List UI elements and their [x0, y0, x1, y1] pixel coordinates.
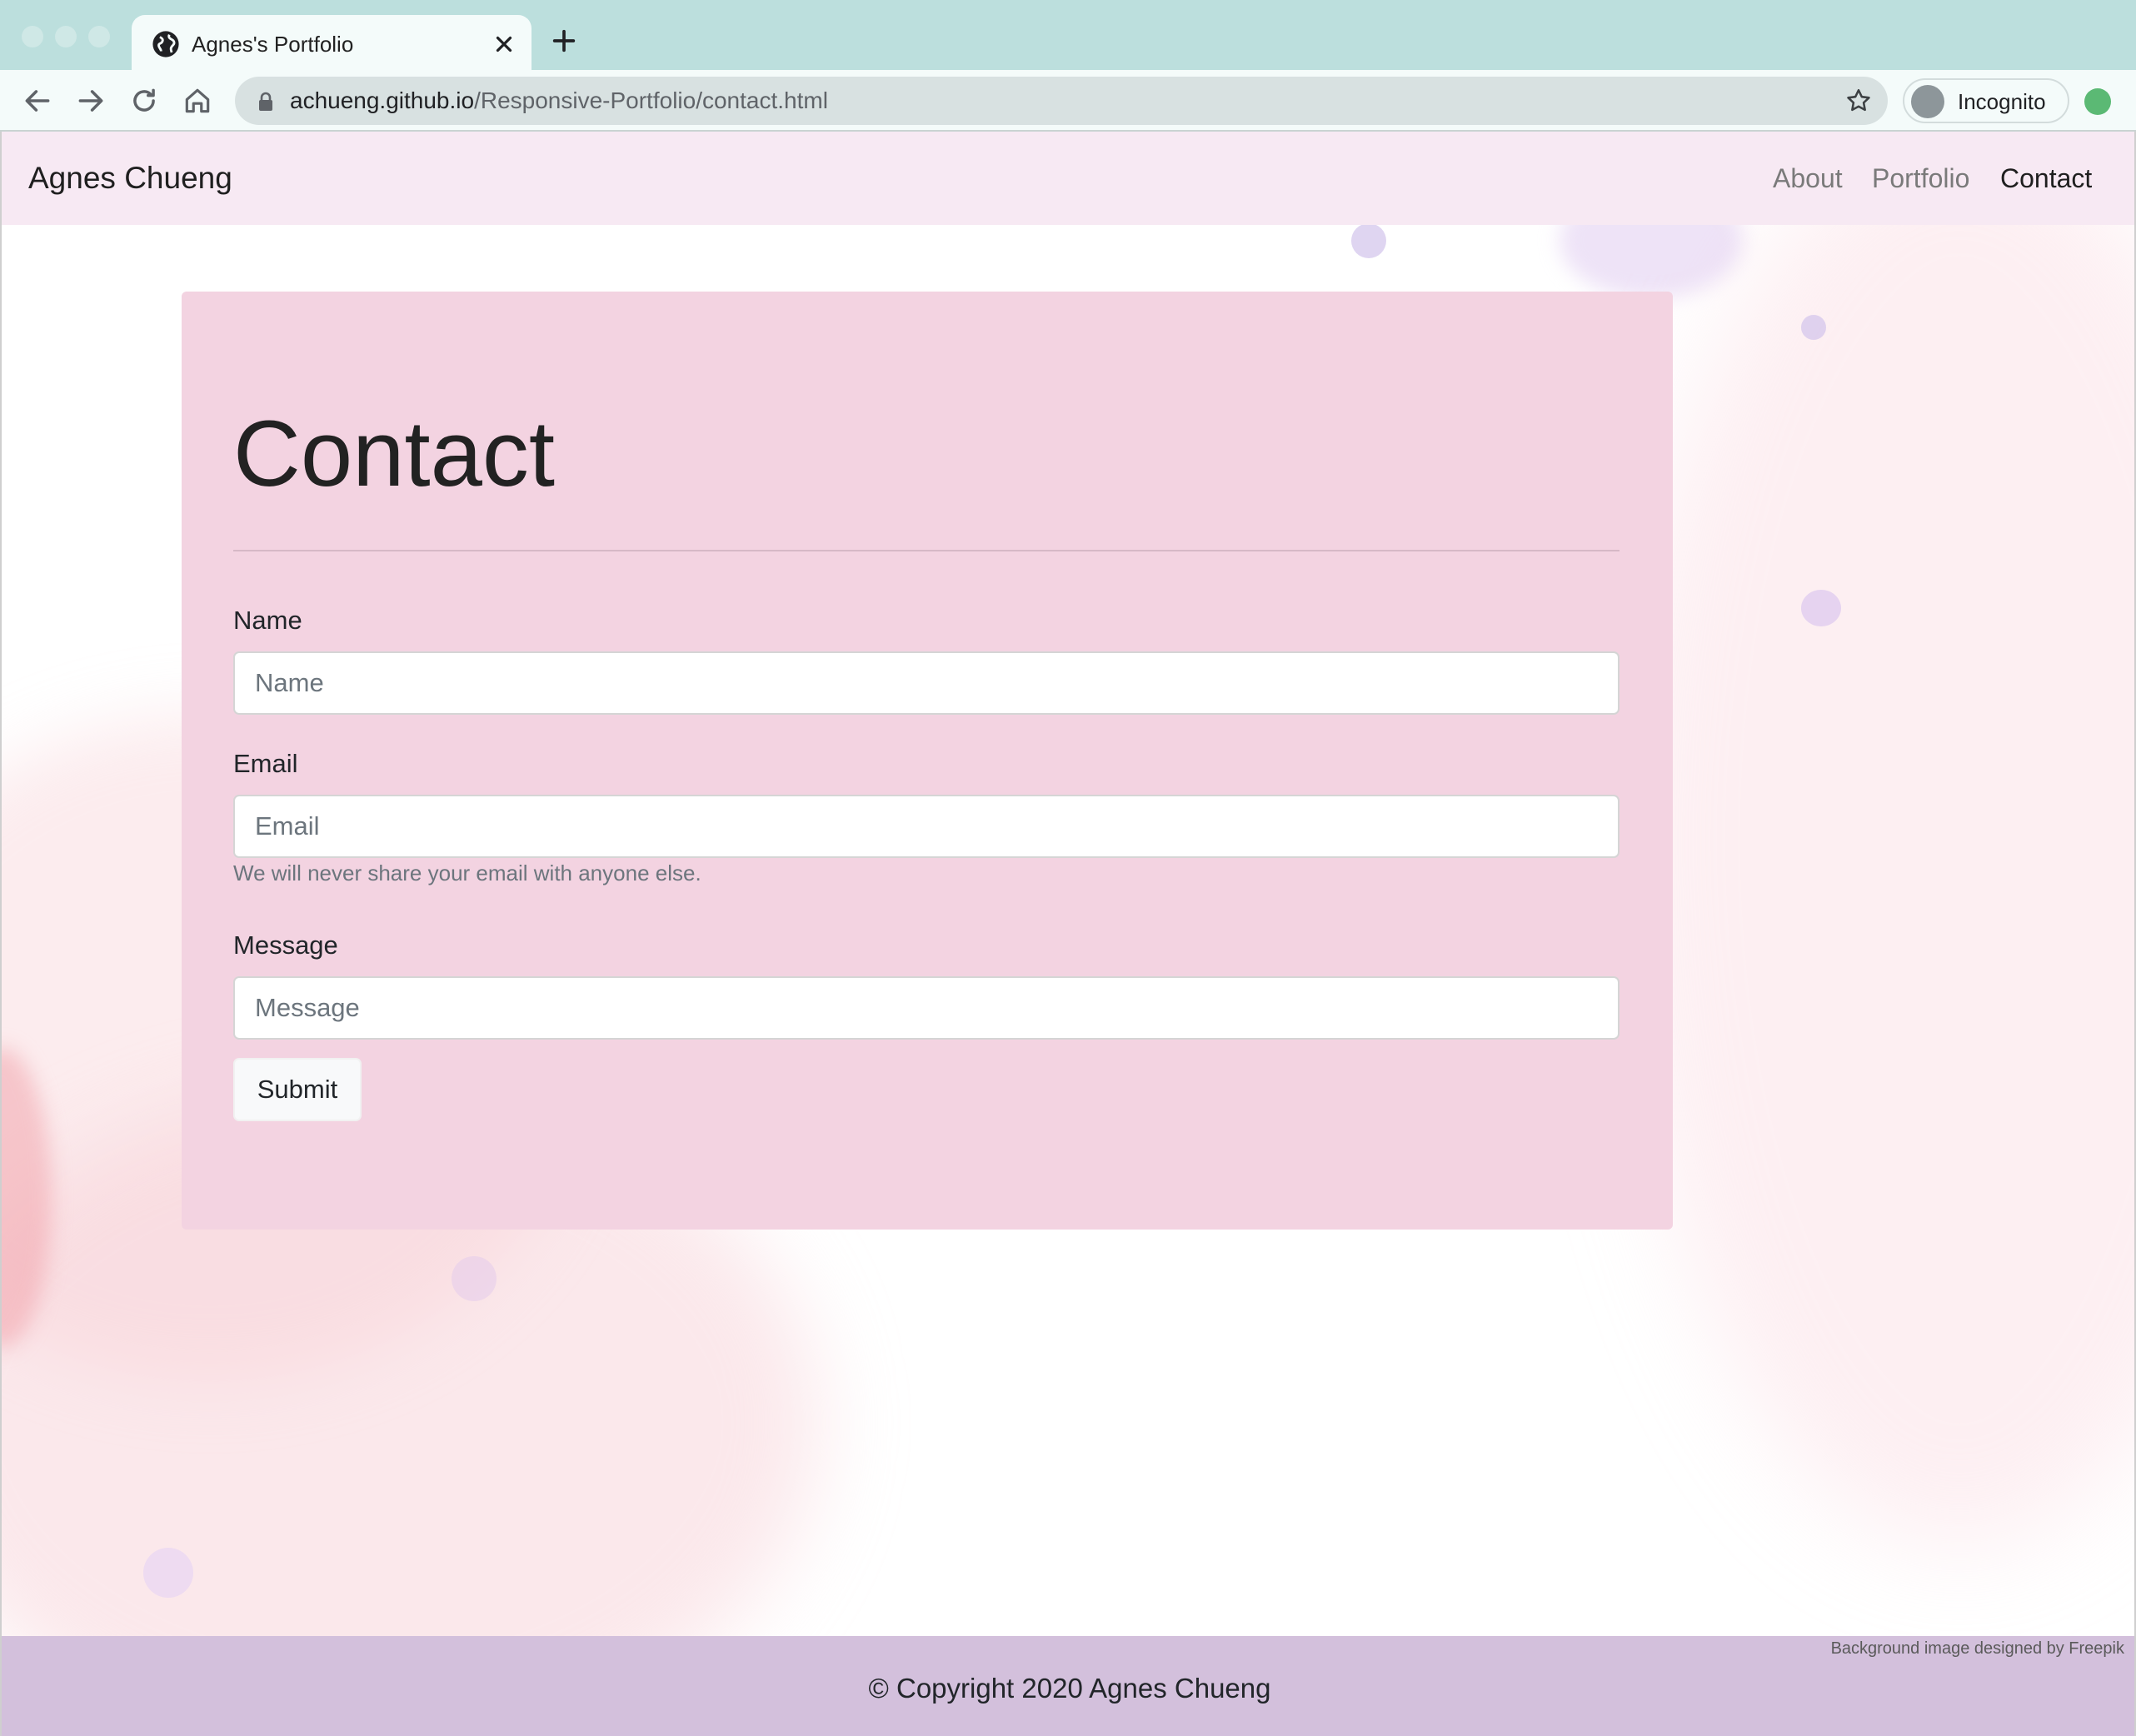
brand-link[interactable]: Agnes Chueng: [28, 160, 232, 197]
copyright-text: © Copyright 2020 Agnes Chueng: [868, 1673, 1271, 1704]
message-input[interactable]: [233, 976, 1619, 1040]
page-title: Contact: [233, 402, 555, 506]
window-minimize-dot[interactable]: [55, 26, 77, 47]
name-label: Name: [233, 606, 302, 635]
email-label: Email: [233, 749, 298, 778]
url-host: achueng.github.io: [290, 87, 475, 113]
tab-title: Agnes's Portfolio: [192, 32, 354, 57]
update-icon[interactable]: [2084, 88, 2111, 115]
background-credit: Background image designed by Freepik: [1830, 1639, 2124, 1658]
submit-button[interactable]: Submit: [233, 1058, 362, 1121]
forward-icon[interactable]: [75, 85, 107, 117]
globe-icon: [152, 31, 179, 57]
nav-link-portfolio[interactable]: Portfolio: [1872, 162, 1969, 195]
new-tab-icon[interactable]: [550, 27, 578, 55]
address-bar[interactable]: achueng.github.io/Responsive-Portfolio/c…: [235, 77, 1888, 125]
site-footer: Background image designed by Freepik © C…: [2, 1636, 2134, 1736]
browser-toolbar: achueng.github.io/Responsive-Portfolio/c…: [0, 70, 2136, 132]
title-divider: [233, 550, 1619, 551]
message-label: Message: [233, 930, 338, 960]
reload-icon[interactable]: [128, 85, 160, 117]
window-close-dot[interactable]: [22, 26, 43, 47]
email-help-text: We will never share your email with anyo…: [233, 861, 701, 885]
site-navbar: Agnes Chueng About Portfolio Contact: [2, 132, 2134, 225]
browser-tab[interactable]: Agnes's Portfolio: [132, 15, 532, 73]
nav-link-about[interactable]: About: [1773, 162, 1843, 195]
name-input[interactable]: [233, 651, 1619, 715]
url-text: achueng.github.io/Responsive-Portfolio/c…: [290, 87, 828, 115]
back-icon[interactable]: [22, 85, 53, 117]
close-icon[interactable]: [492, 32, 517, 57]
url-path: /Responsive-Portfolio/contact.html: [474, 87, 828, 113]
incognito-label: Incognito: [1958, 89, 2046, 114]
window-zoom-dot[interactable]: [88, 26, 110, 47]
contact-card: Contact Name Email We will never share y…: [182, 292, 1673, 1230]
nav-link-contact[interactable]: Contact: [2000, 162, 2092, 195]
incognito-icon: [1911, 85, 1944, 118]
browser-tab-strip: Agnes's Portfolio: [0, 0, 2136, 73]
lock-icon: [259, 92, 272, 111]
home-icon[interactable]: [182, 85, 213, 117]
email-input[interactable]: [233, 795, 1619, 858]
incognito-profile-button[interactable]: Incognito: [1903, 78, 2069, 123]
bookmark-star-icon[interactable]: [1844, 87, 1873, 115]
page-viewport: Agnes Chueng About Portfolio Contact Con…: [0, 132, 2136, 1736]
